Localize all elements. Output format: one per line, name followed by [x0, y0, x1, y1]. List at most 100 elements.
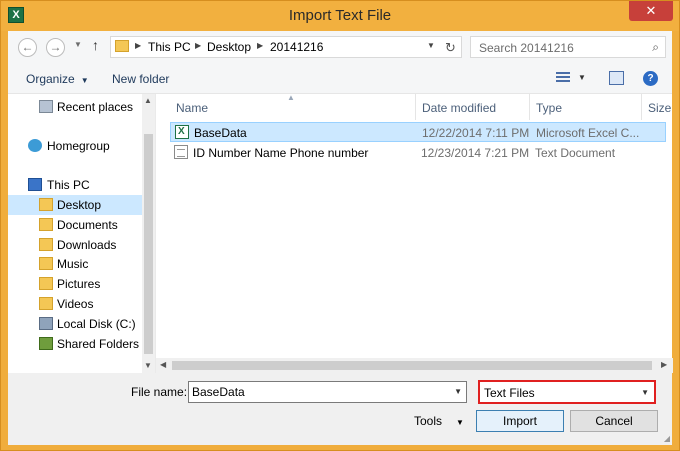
- file-row-basedata[interactable]: BaseData 12/22/2014 7:11 PM Microsoft Ex…: [170, 122, 666, 142]
- file-row-id-number[interactable]: ID Number Name Phone number 12/23/2014 7…: [170, 143, 666, 163]
- homegroup-icon: [28, 139, 42, 152]
- preview-pane-icon[interactable]: [609, 71, 624, 85]
- address-bar[interactable]: ▶ This PC ▶ Desktop ▶ 20141216 ▼ ↻: [110, 36, 462, 58]
- import-button[interactable]: Import: [476, 410, 564, 432]
- folder-icon: [39, 238, 53, 251]
- sidebar-item-music[interactable]: Music: [8, 254, 142, 274]
- search-placeholder: Search 20141216: [479, 41, 574, 55]
- change-view-icon[interactable]: [556, 72, 570, 84]
- computer-icon: [28, 178, 42, 191]
- refresh-button[interactable]: ↻: [445, 40, 456, 56]
- breadcrumb-this-pc[interactable]: This PC: [148, 40, 191, 54]
- sidebar-item-pictures[interactable]: Pictures: [8, 274, 142, 294]
- sidebar-item-label: Music: [57, 257, 89, 271]
- sidebar-item-videos[interactable]: Videos: [8, 294, 142, 314]
- column-divider[interactable]: [415, 94, 416, 120]
- text-file-icon: [174, 145, 188, 159]
- sidebar-item-local-disk[interactable]: Local Disk (C:): [8, 314, 142, 334]
- sidebar-item-label: Videos: [57, 297, 94, 311]
- resize-grip-icon[interactable]: ◢: [664, 434, 670, 443]
- sidebar-item-homegroup[interactable]: Homegroup: [8, 136, 142, 156]
- breadcrumb-desktop[interactable]: Desktop: [207, 40, 251, 54]
- cancel-button[interactable]: Cancel: [570, 410, 658, 432]
- sort-ascending-icon: ▲: [287, 93, 295, 102]
- folder-icon: [39, 257, 53, 270]
- file-name-label: File name:: [131, 385, 188, 399]
- disk-icon: [39, 317, 53, 330]
- command-toolbar: Organize ▼ New folder ▼ ?: [8, 64, 672, 94]
- breadcrumb-separator: ▶: [135, 41, 142, 50]
- recent-places-icon: [39, 100, 53, 113]
- sidebar-item-recent-places[interactable]: Recent places: [8, 97, 142, 117]
- scrollbar-thumb[interactable]: [172, 361, 652, 370]
- window-title: Import Text File: [288, 7, 392, 24]
- sidebar-item-label: Local Disk (C:): [57, 317, 136, 331]
- column-header-date-modified[interactable]: Date modified: [422, 97, 496, 119]
- up-button[interactable]: ↑: [92, 37, 99, 53]
- column-header-type[interactable]: Type: [536, 97, 562, 119]
- sidebar-item-label: Recent places: [57, 100, 134, 114]
- file-list: ▲ Name Date modified Type Size BaseData …: [155, 93, 673, 373]
- sidebar-item-label: Homegroup: [47, 139, 110, 153]
- sidebar-item-documents[interactable]: Documents: [8, 215, 142, 235]
- back-button[interactable]: ←: [18, 38, 37, 57]
- chevron-down-icon: ▼: [80, 76, 89, 85]
- file-type-value: Text Files: [484, 386, 535, 400]
- help-icon[interactable]: ?: [643, 71, 658, 86]
- scroll-right-arrow[interactable]: ▶: [661, 360, 667, 369]
- sidebar-item-label: This PC: [47, 178, 90, 192]
- organize-label: Organize: [26, 72, 75, 86]
- chevron-down-icon[interactable]: ▼: [454, 387, 462, 396]
- scroll-down-arrow[interactable]: ▼: [144, 361, 152, 370]
- search-icon[interactable]: ⌕: [652, 40, 659, 55]
- import-dialog-window: X Import Text File ✕ ← → ▼ ↑ ▶ This PC ▶…: [0, 0, 680, 451]
- title-bar[interactable]: X Import Text File ✕: [1, 1, 679, 31]
- sidebar-item-label: Desktop: [57, 198, 102, 212]
- folder-icon: [39, 218, 53, 231]
- address-row: ← → ▼ ↑ ▶ This PC ▶ Desktop ▶ 20141216 ▼…: [8, 31, 672, 64]
- sidebar-item-this-pc[interactable]: This PC: [8, 175, 142, 195]
- breadcrumb-20141216[interactable]: 20141216: [270, 40, 323, 54]
- forward-button[interactable]: →: [46, 38, 65, 57]
- folder-icon: [39, 277, 53, 290]
- search-input[interactable]: Search 20141216 ⌕: [470, 36, 666, 58]
- chevron-down-icon: ▼: [456, 418, 464, 427]
- tools-label: Tools: [414, 414, 443, 428]
- horizontal-scrollbar[interactable]: ◀ ▶: [156, 358, 673, 373]
- breadcrumb-separator: ▶: [257, 41, 264, 50]
- column-divider[interactable]: [529, 94, 530, 120]
- network-drive-icon: [39, 337, 53, 350]
- column-header-size[interactable]: Size: [648, 97, 671, 119]
- tools-button[interactable]: Tools ▼: [414, 414, 464, 428]
- file-type-select[interactable]: Text Files ▼: [478, 380, 656, 404]
- folder-icon: [115, 40, 129, 52]
- file-name: BaseData: [194, 126, 247, 140]
- new-folder-button[interactable]: New folder: [112, 72, 169, 86]
- address-history-dropdown[interactable]: ▼: [427, 41, 435, 50]
- navigation-scrollbar[interactable]: ▲ ▼: [142, 94, 155, 373]
- scroll-up-arrow[interactable]: ▲: [144, 96, 152, 105]
- chevron-down-icon: ▼: [641, 388, 649, 397]
- sidebar-item-label: Shared Folders (\: [57, 337, 150, 351]
- sidebar-item-label: Pictures: [57, 277, 101, 291]
- sidebar-item-downloads[interactable]: Downloads: [8, 235, 142, 255]
- file-type: Text Document: [535, 146, 616, 160]
- scroll-left-arrow[interactable]: ◀: [160, 360, 166, 369]
- sidebar-item-label: Downloads: [57, 238, 117, 252]
- recent-locations-dropdown[interactable]: ▼: [74, 40, 82, 49]
- column-header-name[interactable]: Name: [176, 97, 208, 119]
- view-options-dropdown[interactable]: ▼: [578, 73, 586, 82]
- breadcrumb-separator: ▶: [195, 41, 202, 50]
- navigation-pane: Recent places Homegroup This PC Desktop …: [8, 94, 155, 373]
- excel-file-icon: [175, 125, 189, 139]
- organize-button[interactable]: Organize ▼: [26, 72, 89, 86]
- file-name-field[interactable]: BaseData ▼: [188, 381, 467, 403]
- file-name: ID Number Name Phone number: [193, 146, 369, 160]
- column-divider[interactable]: [641, 94, 642, 120]
- folder-icon: [39, 198, 53, 211]
- sidebar-item-shared-folders[interactable]: Shared Folders (\: [8, 334, 150, 354]
- sidebar-item-label: Documents: [57, 218, 118, 232]
- sidebar-item-desktop[interactable]: Desktop: [8, 195, 142, 215]
- close-button[interactable]: ✕: [629, 1, 673, 21]
- scrollbar-thumb[interactable]: [144, 134, 153, 354]
